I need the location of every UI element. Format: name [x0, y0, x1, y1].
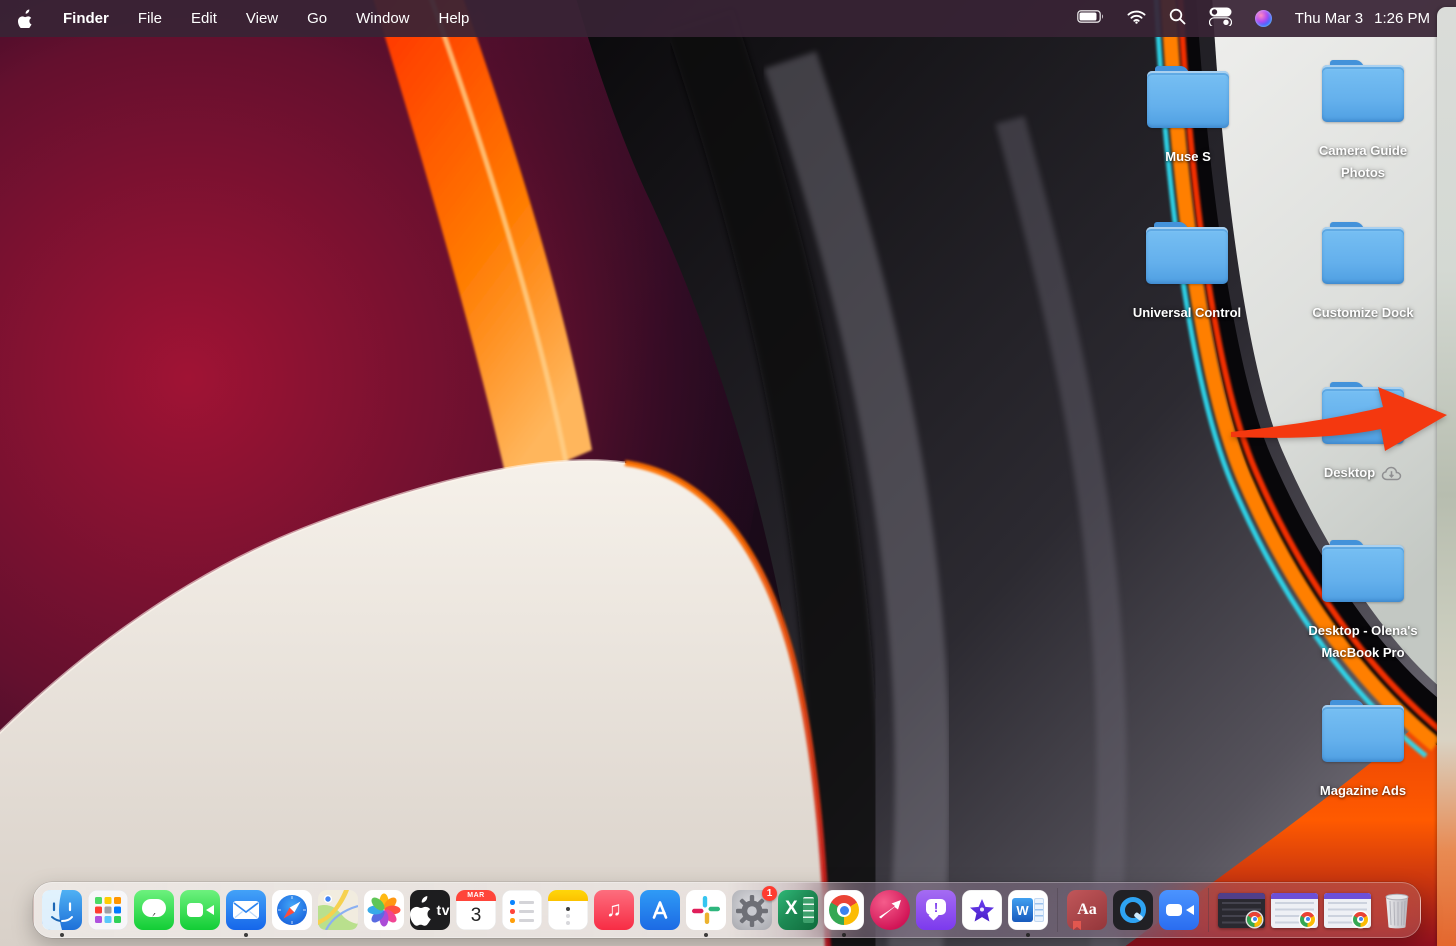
- window-titlebar: [1324, 893, 1371, 899]
- dock-dictionary-icon[interactable]: Aa: [1067, 890, 1107, 930]
- menu-view[interactable]: View: [246, 10, 278, 27]
- dock-trash-icon[interactable]: [1377, 890, 1417, 930]
- calendar-month-label: MAR: [456, 890, 496, 901]
- dock-music-icon[interactable]: [594, 890, 634, 930]
- apple-menu-icon[interactable]: [18, 9, 34, 28]
- desktop-folder-camera-guide-photos[interactable]: Camera Guide Photos: [1288, 60, 1438, 184]
- status-time: 1:26 PM: [1374, 10, 1430, 27]
- dock-alert-chat-app-icon[interactable]: !: [916, 890, 956, 930]
- dictionary-aa-label: Aa: [1077, 901, 1097, 919]
- menu-bar-clock[interactable]: Thu Mar 3 1:26 PM: [1295, 10, 1430, 27]
- desktop-folder-magazine-ads[interactable]: Magazine Ads: [1288, 700, 1438, 802]
- desktop-folder-universal-control[interactable]: Universal Control: [1112, 222, 1262, 324]
- menu-window[interactable]: Window: [356, 10, 409, 27]
- folder-label: Customize Dock: [1297, 302, 1429, 324]
- folder-label: Camera Guide Photos: [1297, 140, 1429, 184]
- chrome-badge-icon: [1353, 912, 1368, 927]
- chrome-badge-icon: [1300, 912, 1315, 927]
- battery-icon[interactable]: [1077, 10, 1104, 27]
- folder-icon: [1147, 66, 1229, 128]
- menu-help[interactable]: Help: [439, 10, 470, 27]
- dock-messages-icon[interactable]: [134, 890, 174, 930]
- desktop-folder-customize-dock[interactable]: Customize Dock: [1288, 222, 1438, 324]
- dock-divider: [1208, 888, 1209, 932]
- desktop-folder-desktop-olenas-macbook-pro[interactable]: Desktop - Olena's MacBook Pro: [1288, 540, 1438, 664]
- dock-photos-icon[interactable]: [364, 890, 404, 930]
- dock-excel-icon[interactable]: X: [778, 890, 818, 930]
- desktop-folder-muse-s[interactable]: Muse S: [1113, 66, 1263, 168]
- menu-file[interactable]: File: [138, 10, 162, 27]
- siri-icon[interactable]: [1255, 10, 1272, 27]
- dock-chrome-icon[interactable]: [824, 890, 864, 930]
- folder-label: Desktop - Olena's MacBook Pro: [1297, 620, 1429, 664]
- spotlight-search-icon[interactable]: [1169, 8, 1186, 29]
- folder-icon: [1322, 540, 1404, 602]
- window-titlebar: [1271, 893, 1318, 899]
- apple-glyph-icon: [410, 890, 435, 930]
- dock-word-icon[interactable]: W: [1008, 890, 1048, 930]
- menu-edit[interactable]: Edit: [191, 10, 217, 27]
- tv-label: tv: [437, 902, 450, 918]
- dock-launchpad-icon[interactable]: [88, 890, 128, 930]
- chrome-logo-graphic: [829, 895, 859, 925]
- dock-reminders-icon[interactable]: [502, 890, 542, 930]
- dock-calendar-icon[interactable]: MAR 3: [456, 890, 496, 930]
- minimized-chrome-window-3[interactable]: [1324, 893, 1371, 928]
- exclamation-label: !: [926, 899, 946, 915]
- dock-quicktime-icon[interactable]: [1113, 890, 1153, 930]
- dock-slack-icon[interactable]: [686, 890, 726, 930]
- chrome-badge-icon: [1247, 912, 1262, 927]
- folder-icon: [1322, 222, 1404, 284]
- calendar-day-label: 3: [456, 901, 496, 930]
- window-titlebar: [1218, 893, 1265, 899]
- folder-icon: [1322, 700, 1404, 762]
- folder-label: Magazine Ads: [1297, 780, 1429, 802]
- folder-icon: [1146, 222, 1228, 284]
- minimized-chrome-window-1[interactable]: [1218, 893, 1265, 928]
- wifi-icon[interactable]: [1127, 10, 1146, 28]
- dock-apple-tv-icon[interactable]: tv: [410, 890, 450, 930]
- dock-zoom-icon[interactable]: [1159, 890, 1199, 930]
- notification-badge: 1: [762, 886, 777, 901]
- dock-mail-icon[interactable]: [226, 890, 266, 930]
- status-date: Thu Mar 3: [1295, 10, 1363, 27]
- menu-app-finder[interactable]: Finder: [63, 10, 109, 27]
- dock-facetime-icon[interactable]: [180, 890, 220, 930]
- menu-bar: Finder File Edit View Go Window Help Thu…: [0, 0, 1456, 37]
- excel-sheet-graphic: [803, 897, 814, 923]
- word-w-label: W: [1012, 898, 1033, 922]
- dock: tv MAR 3 1 X: [33, 882, 1421, 938]
- excel-x-label: X: [785, 898, 798, 920]
- dock-notes-icon[interactable]: [548, 890, 588, 930]
- dock-safari-icon[interactable]: [272, 890, 312, 930]
- dock-skitch-icon[interactable]: [870, 890, 910, 930]
- annotation-arrow: [1218, 368, 1456, 478]
- control-center-icon[interactable]: [1209, 7, 1232, 30]
- quicktime-q-graphic: [1120, 897, 1146, 923]
- dock-imovie-icon[interactable]: [962, 890, 1002, 930]
- folder-icon: [1322, 60, 1404, 122]
- word-doc-graphic: [1034, 898, 1044, 922]
- minimized-chrome-window-2[interactable]: [1271, 893, 1318, 928]
- dock-finder-icon[interactable]: [42, 890, 82, 930]
- macos-desktop: Finder File Edit View Go Window Help Thu…: [0, 0, 1456, 946]
- dock-divider: [1057, 888, 1058, 932]
- dock-app-store-icon[interactable]: [640, 890, 680, 930]
- folder-label: Universal Control: [1121, 302, 1253, 324]
- folder-label: Muse S: [1122, 146, 1254, 168]
- dock-maps-icon[interactable]: [318, 890, 358, 930]
- menu-go[interactable]: Go: [307, 10, 327, 27]
- dock-system-preferences-icon[interactable]: 1: [732, 890, 772, 930]
